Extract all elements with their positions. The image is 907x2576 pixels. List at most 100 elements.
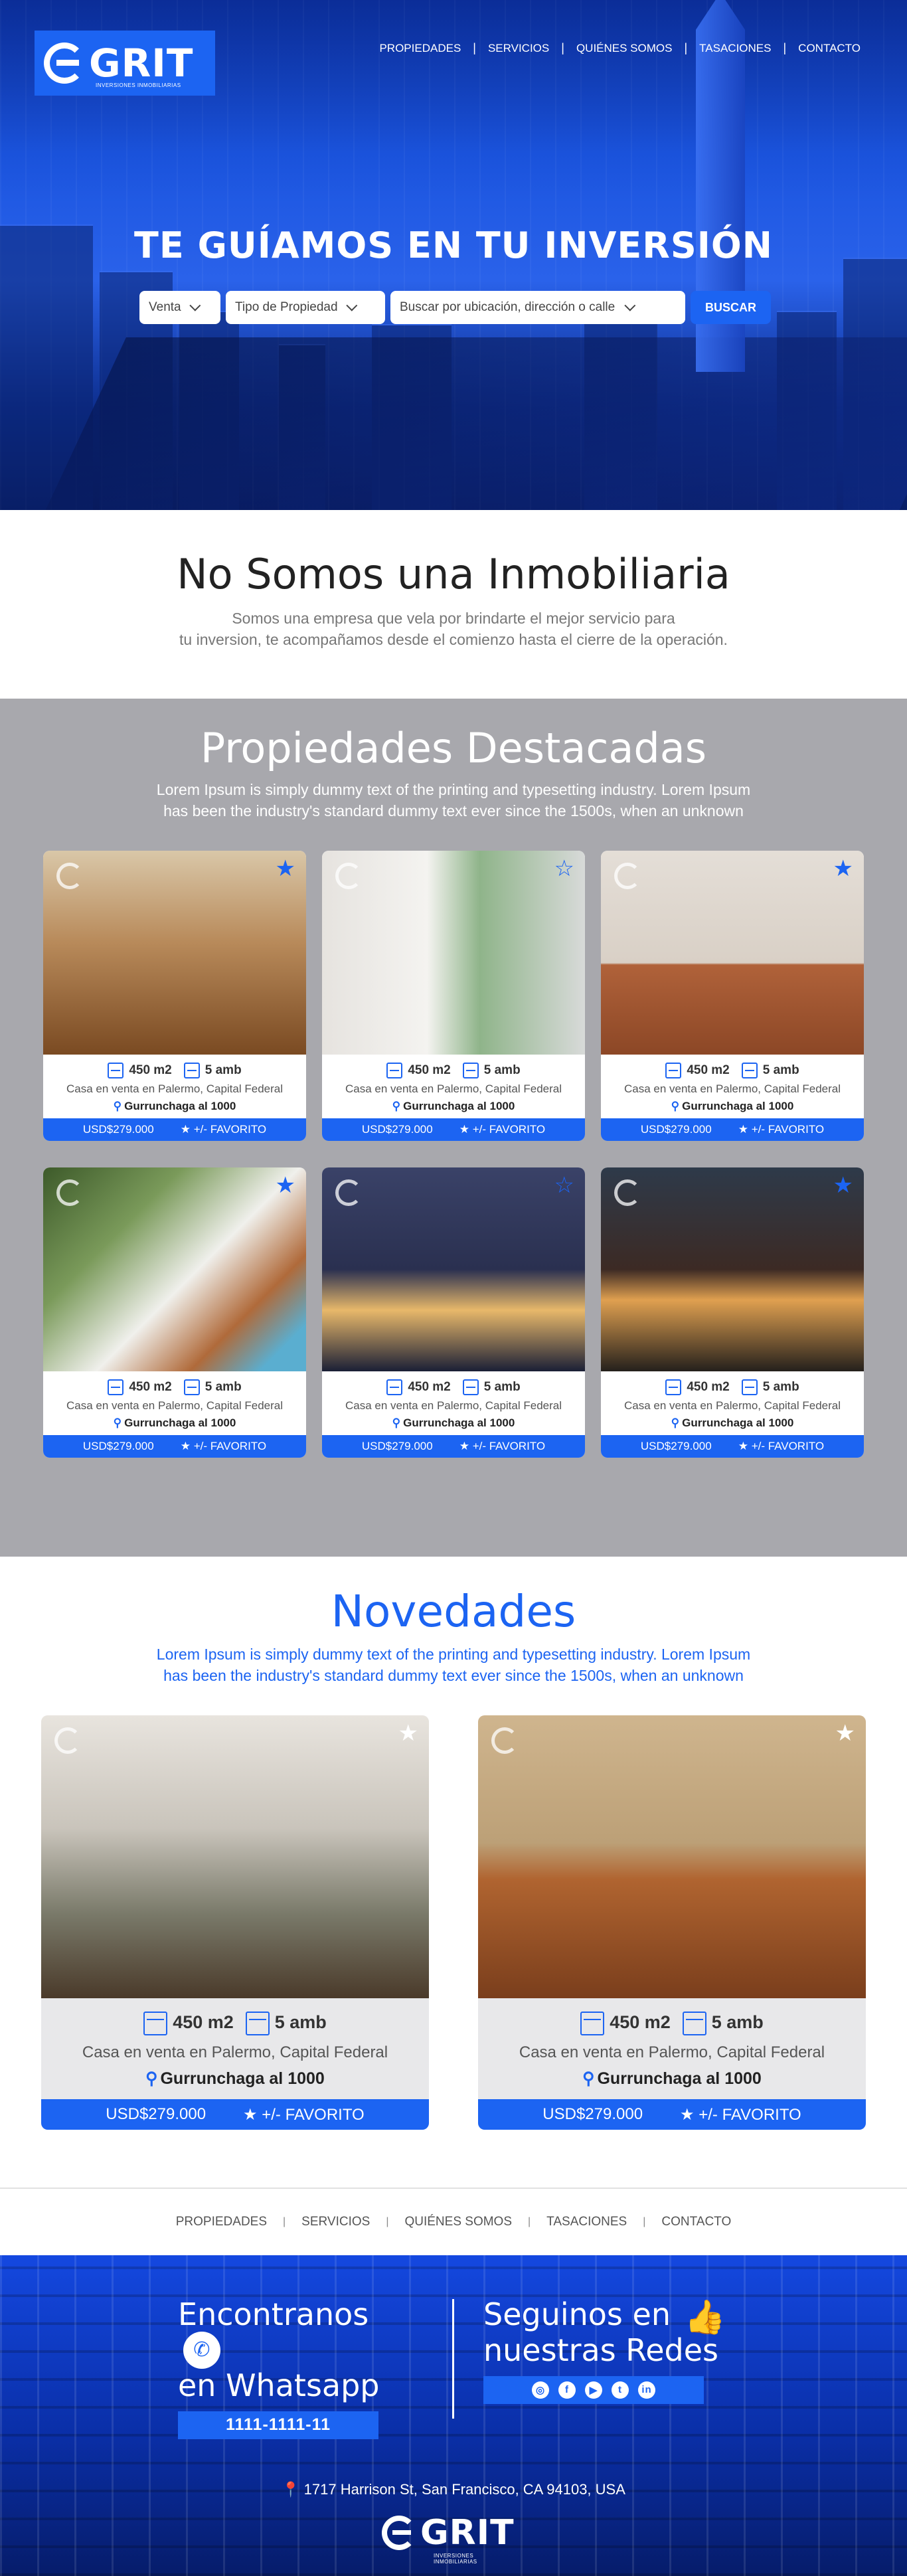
property-photo[interactable]: ★ [43,851,306,1055]
property-photo[interactable]: ★ [601,851,864,1055]
property-specs: 450 m2 5 amb [322,1379,585,1395]
footer-nav-quienes-somos[interactable]: QUIÉNES SOMOS [388,2215,528,2229]
favorite-star-icon[interactable]: ★ [398,1722,418,1745]
twitter-icon[interactable]: t [612,2381,629,2399]
youtube-icon[interactable]: ▶ [585,2381,602,2399]
favorite-star-icon[interactable]: ☆ [554,857,574,880]
floorplan-icon [183,1063,200,1078]
favorite-toggle[interactable]: ★ +/- FAVORITO [181,1123,266,1136]
footer-address: 📍 1717 Harrison St, San Francisco, CA 94… [0,2481,907,2498]
property-photo[interactable]: ★ [41,1715,429,1998]
featured-grid: ★ 450 m2 5 amb Casa en venta en Palermo, Ca… [0,851,907,1458]
rooms-value: 5 amb [205,1380,242,1395]
star-icon: ★ [243,2105,258,2124]
property-card[interactable]: ☆ 450 m2 5 amb Casa en venta en Palermo, Ca… [322,1167,585,1458]
location-pin-icon: ⚲ [671,1417,680,1429]
property-card[interactable]: ☆ 450 m2 5 amb Casa en venta en Palermo, Ca… [322,851,585,1141]
nav-servicios[interactable]: SERVICIOS [476,42,561,55]
location-search-input[interactable]: Buscar por ubicación, dirección o calle [390,291,685,324]
nav-contacto[interactable]: CONTACTO [786,42,872,55]
news-line-1: Lorem Ipsum is simply dummy text of the … [156,1646,751,1663]
property-specs: 450 m2 5 amb [41,2012,429,2035]
nav-propiedades[interactable]: PROPIEDADES [367,42,473,55]
search-button[interactable]: BUSCAR [691,291,772,324]
featured-text: Lorem Ipsum is simply dummy text of the … [0,779,907,821]
facebook-icon[interactable]: f [558,2381,576,2399]
property-price: USD$279.000 [106,2105,206,2123]
area-icon [386,1379,403,1395]
address-value: Gurrunchaga al 1000 [403,1417,515,1429]
property-card[interactable]: ★ 450 m2 5 amb Casa en venta en Palermo, Ca… [601,1167,864,1458]
property-card[interactable]: ★ 450 m2 5 amb Casa en venta en Palermo, Ca… [41,1715,429,2130]
favorite-label: +/- FAVORITO [472,1440,546,1452]
nav-quienes-somos[interactable]: QUIÉNES SOMOS [564,42,685,55]
property-card[interactable]: ★ 450 m2 5 amb Casa en venta en Palermo, Ca… [43,1167,306,1458]
whatsapp-title-line-2: en Whatsapp [178,2367,380,2403]
property-photo[interactable]: ★ [43,1167,306,1371]
footer-navigation: PROPIEDADES | SERVICIOS | QUIÉNES SOMOS | T… [0,2188,907,2255]
area-value: 450 m2 [687,1380,730,1395]
favorite-toggle[interactable]: ★ +/- FAVORITO [243,2105,365,2124]
favorite-star-icon[interactable]: ☆ [554,1174,574,1197]
property-photo[interactable]: ★ [478,1715,866,1998]
property-card[interactable]: ★ 450 m2 5 amb Casa en venta en Palermo, Ca… [601,851,864,1141]
property-type-value: Tipo de Propiedad [235,300,338,314]
location-pin-icon: ⚲ [582,2069,595,2088]
intro-text: Somos una empresa que vela por brindarte… [0,608,907,650]
favorite-star-icon[interactable]: ★ [276,1174,295,1197]
property-photo[interactable]: ☆ [322,851,585,1055]
property-type-select[interactable]: Tipo de Propiedad [226,291,385,324]
logo-watermark-icon [335,1179,362,1206]
address-value: Gurrunchaga al 1000 [682,1417,794,1429]
property-address: ⚲ Gurrunchaga al 1000 [601,1417,864,1430]
favorite-star-icon[interactable]: ★ [835,1722,855,1745]
area-spec: 450 m2 [386,1063,451,1078]
rooms-spec: 5 amb [183,1063,242,1078]
footer-nav-servicios[interactable]: SERVICIOS [286,2215,386,2229]
property-price: USD$279.000 [82,1123,154,1136]
footer-nav-contacto[interactable]: CONTACTO [645,2215,747,2229]
footer-nav-propiedades[interactable]: PROPIEDADES [160,2215,283,2229]
favorite-label: +/- FAVORITO [699,2105,801,2124]
favorite-toggle[interactable]: ★ +/- FAVORITO [680,2105,801,2124]
favorite-star-icon[interactable]: ★ [833,1174,853,1197]
whatsapp-phone[interactable]: 1111-1111-11 [178,2411,378,2439]
star-icon: ★ [459,1440,469,1452]
footer-logo[interactable]: GRIT INVERSIONES INMOBILIARIAS [382,2516,515,2565]
social-block: Seguinos en 👍 nuestras Redes ◎ f ▶ t in [483,2298,736,2404]
favorite-toggle[interactable]: ★ +/- FAVORITO [738,1123,824,1136]
logo-watermark-icon [54,1727,81,1754]
favorite-star-icon[interactable]: ★ [833,857,853,880]
favorite-toggle[interactable]: ★ +/- FAVORITO [459,1123,545,1136]
property-specs: 450 m2 5 amb [43,1379,306,1395]
news-line-2: has been the industry's standard dummy t… [163,1667,744,1684]
operation-select[interactable]: Venta [139,291,220,324]
favorite-toggle[interactable]: ★ +/- FAVORITO [738,1440,824,1453]
nav-tasaciones[interactable]: TASACIONES [687,42,783,55]
rooms-spec: 5 amb [682,2012,764,2035]
favorite-star-icon[interactable]: ★ [276,857,295,880]
linkedin-icon[interactable]: in [638,2381,655,2399]
property-photo[interactable]: ★ [601,1167,864,1371]
featured-line-1: Lorem Ipsum is simply dummy text of the … [156,781,751,798]
property-address: ⚲ Gurrunchaga al 1000 [43,1100,306,1113]
area-value: 450 m2 [610,2012,671,2033]
property-photo[interactable]: ☆ [322,1167,585,1371]
brand-tagline: INVERSIONES INMOBILIARIAS [96,82,181,88]
favorite-toggle[interactable]: ★ +/- FAVORITO [459,1440,545,1453]
floorplan-icon [183,1379,200,1395]
instagram-icon[interactable]: ◎ [532,2381,549,2399]
news-text: Lorem Ipsum is simply dummy text of the … [0,1644,907,1686]
property-card[interactable]: ★ 450 m2 5 amb Casa en venta en Palermo, Ca… [478,1715,866,2130]
brand-logo[interactable]: GRIT INVERSIONES INMOBILIARIAS [35,31,215,96]
footer-nav-tasaciones[interactable]: TASACIONES [531,2215,643,2229]
whatsapp-block: Encontranos ✆ en Whatsapp 1111-1111-11 [178,2298,417,2439]
news-title: Novedades [331,1586,576,1637]
property-card[interactable]: ★ 450 m2 5 amb Casa en venta en Palermo, Ca… [43,851,306,1141]
favorite-toggle[interactable]: ★ +/- FAVORITO [181,1440,266,1453]
area-spec: 450 m2 [665,1063,730,1078]
property-price: USD$279.000 [361,1123,433,1136]
area-spec: 450 m2 [580,2012,671,2035]
rooms-value: 5 amb [711,2012,764,2033]
location-pin-icon: 📍 [282,2481,300,2498]
